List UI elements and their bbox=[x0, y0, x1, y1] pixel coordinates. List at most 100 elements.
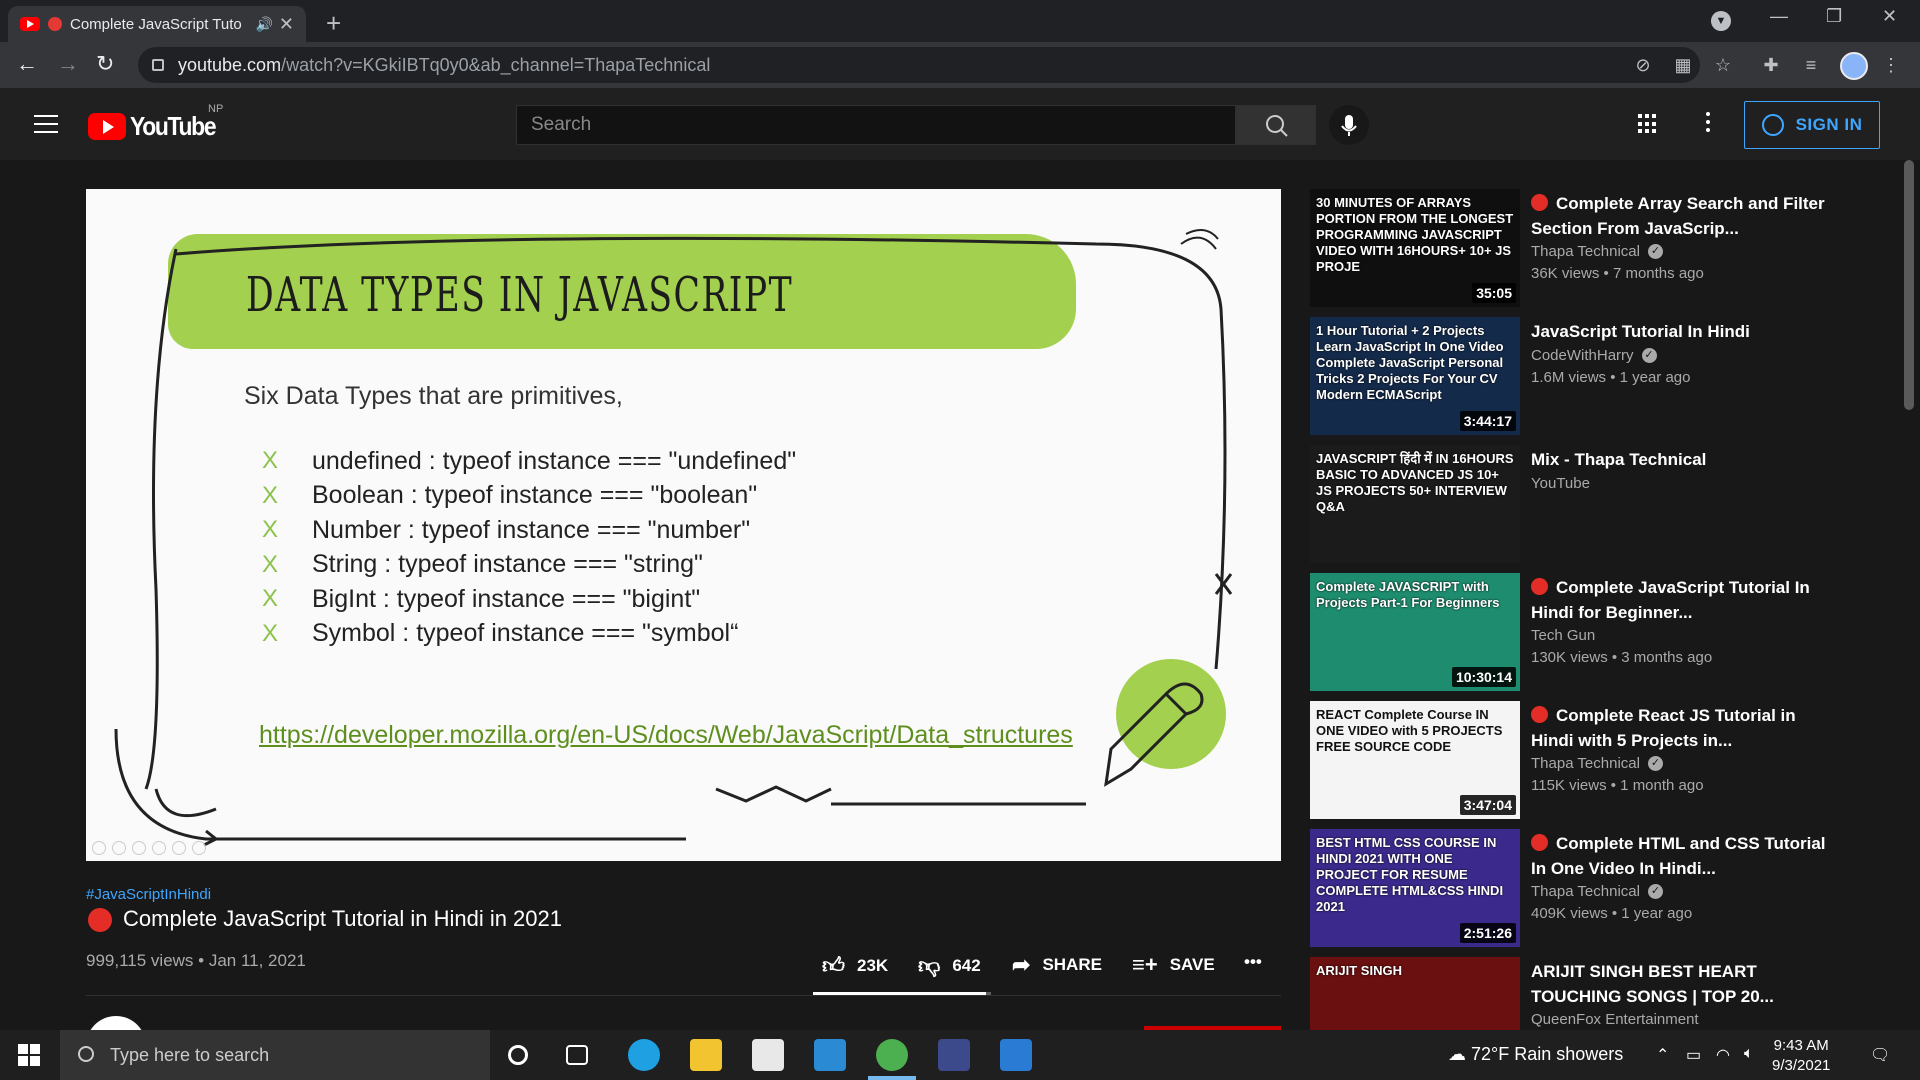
save-button[interactable]: ≡+ SAVE bbox=[1132, 952, 1215, 978]
channel-name[interactable]: QueenFox Entertainment bbox=[1531, 1011, 1699, 1028]
dev-app-icon[interactable] bbox=[938, 1039, 970, 1071]
page-scrollbar[interactable] bbox=[1904, 160, 1914, 410]
slide-item-text: Number : typeof instance === "number" bbox=[312, 515, 751, 544]
menu-icon[interactable] bbox=[34, 115, 58, 133]
sign-in-button[interactable]: SIGN IN bbox=[1744, 101, 1880, 149]
recommended-video[interactable]: REACT Complete Course IN ONE VIDEO with … bbox=[1310, 701, 1870, 819]
video-thumbnail[interactable]: 30 MINUTES OF ARRAYS PORTION FROM THE LO… bbox=[1310, 189, 1520, 307]
channel-name[interactable]: YouTube bbox=[1531, 475, 1590, 492]
reading-list-icon[interactable]: ≡ bbox=[1800, 54, 1822, 76]
recommended-title-text: Mix - Thapa Technical bbox=[1531, 450, 1707, 469]
windows-taskbar: Type here to search ☁ 72°F Rain showers … bbox=[0, 1030, 1920, 1080]
mail-icon[interactable] bbox=[814, 1039, 846, 1071]
view-count-date: 1.6M views • 1 year ago bbox=[1531, 369, 1691, 386]
tab-search-icon[interactable]: ▼ bbox=[1711, 11, 1731, 31]
url-path: /watch?v=KGkiIBTq0y0&ab_channel=ThapaTec… bbox=[281, 54, 711, 75]
video-thumbnail[interactable]: BEST HTML CSS COURSE IN HINDI 2021 WITH … bbox=[1310, 829, 1520, 947]
tray-chevron-icon[interactable]: ⌃ bbox=[1656, 1045, 1669, 1065]
restore-icon[interactable]: ❐ bbox=[1826, 6, 1842, 27]
speaker-icon[interactable]: 🔊 bbox=[255, 16, 272, 33]
bookmark-star-icon[interactable]: ☆ bbox=[1712, 54, 1734, 76]
video-thumbnail[interactable]: JAVASCRIPT हिंदी में IN 16HOURS BASIC TO… bbox=[1310, 445, 1520, 563]
channel-name[interactable]: Thapa Technical ✓ bbox=[1531, 243, 1663, 260]
search-input[interactable]: Search bbox=[516, 105, 1236, 145]
live-indicator-icon bbox=[1531, 706, 1548, 723]
notifications-icon[interactable]: 🗨︎ bbox=[1870, 1045, 1890, 1065]
address-bar[interactable]: youtube.com /watch?v=KGkiIBTq0y0&ab_chan… bbox=[138, 47, 1700, 83]
slide-list-item: X String : typeof instance === "string" bbox=[262, 548, 796, 583]
recommended-video-title[interactable]: Complete React JS Tutorial in Hindi with… bbox=[1531, 703, 1831, 753]
close-window-icon[interactable]: ✕ bbox=[1882, 6, 1897, 27]
slide-list-item: X Number : typeof instance === "number" bbox=[262, 513, 796, 548]
recommended-video-title[interactable]: Complete HTML and CSS Tutorial In One Vi… bbox=[1531, 831, 1831, 881]
file-explorer-icon[interactable] bbox=[690, 1039, 722, 1071]
lock-icon[interactable] bbox=[152, 59, 164, 71]
channel-name[interactable]: Thapa Technical ✓ bbox=[1531, 883, 1663, 900]
like-button[interactable]: 👍︎ 23K bbox=[822, 952, 888, 979]
windows-start-icon[interactable] bbox=[18, 1044, 40, 1066]
x-mark-icon: X bbox=[262, 619, 279, 647]
profile-avatar[interactable] bbox=[1840, 52, 1868, 80]
tab-close-icon[interactable]: ✕ bbox=[279, 14, 294, 35]
wifi-icon[interactable]: ◠ bbox=[1716, 1045, 1730, 1065]
microsoft-store-icon[interactable] bbox=[752, 1039, 784, 1071]
forward-icon[interactable]: → bbox=[57, 51, 79, 77]
recommended-title-text: Complete Array Search and Filter Section… bbox=[1531, 194, 1825, 238]
recommended-title-text: ARIJIT SINGH BEST HEART TOUCHING SONGS |… bbox=[1531, 962, 1774, 1006]
edge-browser-icon[interactable] bbox=[628, 1039, 660, 1071]
blocked-icon[interactable]: ⊘ bbox=[1632, 54, 1654, 76]
channel-name[interactable]: Tech Gun bbox=[1531, 627, 1595, 644]
share-button[interactable]: ➦ SHARE bbox=[1012, 952, 1102, 978]
slide-item-text: Symbol : typeof instance === "symbol“ bbox=[312, 619, 739, 648]
recommended-video[interactable]: Complete JAVASCRIPT with Projects Part-1… bbox=[1310, 573, 1870, 691]
task-view-icon[interactable] bbox=[566, 1045, 588, 1065]
recommended-video-title[interactable]: JavaScript Tutorial In Hindi bbox=[1531, 319, 1831, 344]
voice-search-button[interactable] bbox=[1329, 105, 1369, 145]
video-duration: 3:47:04 bbox=[1459, 795, 1516, 815]
taskbar-clock[interactable]: 9:43 AM 9/3/2021 bbox=[1772, 1036, 1830, 1076]
reload-icon[interactable]: ↻ bbox=[96, 51, 114, 77]
translate-icon[interactable]: ▦ bbox=[1672, 54, 1694, 76]
extensions-icon[interactable]: ✚ bbox=[1760, 54, 1782, 76]
slide-list-item: X Symbol : typeof instance === "symbol“ bbox=[262, 617, 796, 652]
weather-widget[interactable]: ☁ 72°F Rain showers bbox=[1448, 1044, 1623, 1065]
video-hashtag[interactable]: #JavaScriptInHindi bbox=[86, 886, 211, 903]
video-thumbnail[interactable]: Complete JAVASCRIPT with Projects Part-1… bbox=[1310, 573, 1520, 691]
video-duration: 10:30:14 bbox=[1451, 667, 1516, 687]
new-tab-button[interactable]: + bbox=[326, 8, 341, 39]
recommended-video[interactable]: BEST HTML CSS COURSE IN HINDI 2021 WITH … bbox=[1310, 829, 1870, 947]
recommended-video[interactable]: JAVASCRIPT हिंदी में IN 16HOURS BASIC TO… bbox=[1310, 445, 1870, 563]
recommended-video-title[interactable]: Mix - Thapa Technical bbox=[1531, 447, 1831, 472]
browser-menu-icon[interactable]: ⋮ bbox=[1880, 54, 1902, 76]
live-indicator-icon bbox=[88, 908, 112, 932]
remote-desktop-icon[interactable] bbox=[1000, 1039, 1032, 1071]
recommended-video[interactable]: 1 Hour Tutorial + 2 Projects Learn JavaS… bbox=[1310, 317, 1870, 435]
volume-icon[interactable]: 🔈︎ bbox=[1744, 1045, 1754, 1063]
cortana-icon[interactable] bbox=[508, 1045, 528, 1065]
x-mark-icon: X bbox=[262, 481, 279, 509]
recommended-video-title[interactable]: ARIJIT SINGH BEST HEART TOUCHING SONGS |… bbox=[1531, 959, 1831, 1009]
apps-grid-icon[interactable] bbox=[1638, 114, 1658, 134]
search-button[interactable] bbox=[1236, 105, 1316, 145]
recommended-video-title[interactable]: Complete JavaScript Tutorial In Hindi fo… bbox=[1531, 575, 1831, 625]
battery-icon[interactable]: ▭ bbox=[1686, 1045, 1701, 1065]
dislike-button[interactable]: 👎︎ 642 bbox=[918, 952, 981, 979]
channel-name[interactable]: CodeWithHarry ✓ bbox=[1531, 347, 1657, 364]
minimize-icon[interactable]: — bbox=[1770, 6, 1788, 27]
youtube-logo[interactable]: YouTube NP bbox=[88, 103, 227, 142]
logo-text: YouTube bbox=[130, 111, 217, 141]
back-icon[interactable]: ← bbox=[16, 51, 38, 77]
channel-name[interactable]: Thapa Technical ✓ bbox=[1531, 755, 1663, 772]
video-thumbnail[interactable]: REACT Complete Course IN ONE VIDEO with … bbox=[1310, 701, 1520, 819]
verified-badge-icon: ✓ bbox=[1647, 756, 1663, 771]
video-player[interactable]: DATA TYPES IN JAVASCRIPT Six Data Types … bbox=[86, 189, 1281, 861]
recommended-title-text: JavaScript Tutorial In Hindi bbox=[1531, 322, 1750, 341]
recommended-video[interactable]: 30 MINUTES OF ARRAYS PORTION FROM THE LO… bbox=[1310, 189, 1870, 307]
browser-tab[interactable]: Complete JavaScript Tuto 🔊 ✕ bbox=[8, 6, 306, 42]
video-thumbnail[interactable]: 1 Hour Tutorial + 2 Projects Learn JavaS… bbox=[1310, 317, 1520, 435]
more-actions-button[interactable]: ••• bbox=[1244, 952, 1262, 972]
settings-more-icon[interactable] bbox=[1706, 112, 1710, 136]
chrome-icon[interactable] bbox=[876, 1039, 908, 1071]
taskbar-search-box[interactable]: Type here to search bbox=[60, 1030, 490, 1080]
recommended-video-title[interactable]: Complete Array Search and Filter Section… bbox=[1531, 191, 1831, 241]
